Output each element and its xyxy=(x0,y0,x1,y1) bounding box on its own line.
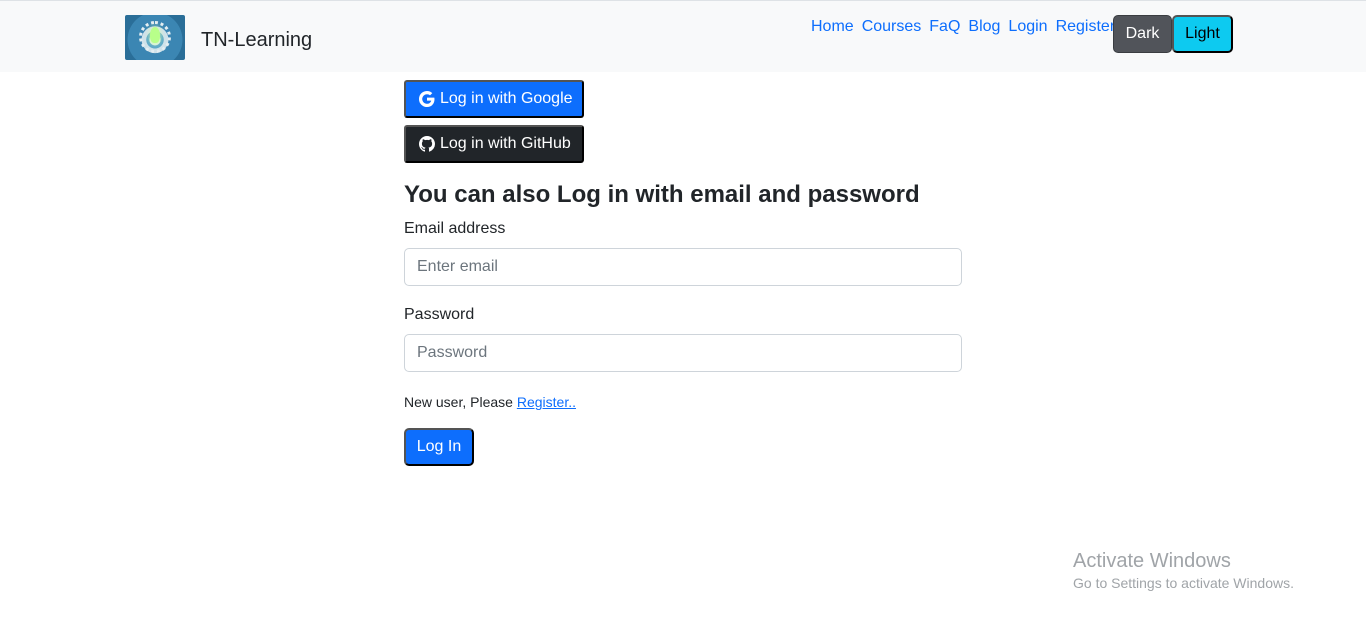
email-label: Email address xyxy=(404,220,506,237)
windows-activation-subtitle: Go to Settings to activate Windows. xyxy=(1073,575,1294,591)
register-prompt: New user, Please Register.. xyxy=(404,393,576,411)
nav-link-login[interactable]: Login xyxy=(1008,17,1047,37)
email-input[interactable] xyxy=(404,248,962,286)
nav-link-courses[interactable]: Courses xyxy=(862,17,922,37)
register-prompt-text: New user, Please xyxy=(404,394,517,410)
google-login-button[interactable]: Log in with Google xyxy=(404,80,584,118)
google-login-label: Log in with Google xyxy=(440,90,573,107)
windows-activation-title: Activate Windows xyxy=(1073,550,1231,572)
login-submit-button[interactable]: Log In xyxy=(404,428,474,466)
nav-link-register[interactable]: Register xyxy=(1056,17,1116,37)
theme-dark-button[interactable]: Dark xyxy=(1113,15,1172,53)
nav-link-home[interactable]: Home xyxy=(811,17,854,37)
password-input[interactable] xyxy=(404,334,962,372)
register-link[interactable]: Register.. xyxy=(517,394,576,410)
github-login-label: Log in with GitHub xyxy=(440,135,571,152)
brand-logo[interactable] xyxy=(125,15,185,60)
theme-light-button[interactable]: Light xyxy=(1172,15,1233,53)
navbar: TN-Learning Home Courses FaQ Blog Login … xyxy=(0,0,1366,72)
github-login-button[interactable]: Log in with GitHub xyxy=(404,125,584,163)
brand-name[interactable]: TN-Learning xyxy=(201,28,312,52)
nav-links: Home Courses FaQ Blog Login Register xyxy=(811,17,1115,37)
nav-link-faq[interactable]: FaQ xyxy=(929,17,960,37)
nav-link-blog[interactable]: Blog xyxy=(968,17,1000,37)
google-icon xyxy=(419,91,435,107)
password-label: Password xyxy=(404,306,475,323)
lightbulb-icon xyxy=(150,27,160,43)
github-icon xyxy=(419,136,435,152)
login-heading: You can also Log in with email and passw… xyxy=(404,181,920,208)
